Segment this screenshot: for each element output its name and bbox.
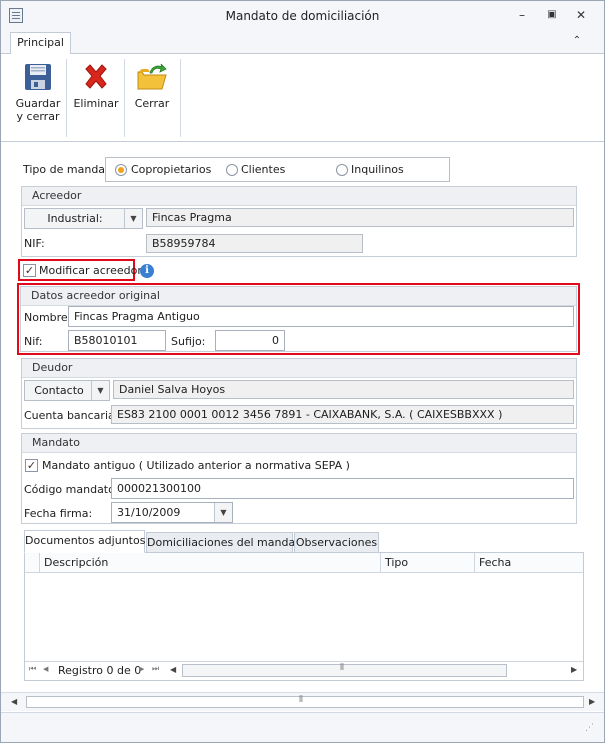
- fecha-firma-input[interactable]: 31/10/2009 ▼: [111, 502, 233, 523]
- info-icon[interactable]: i: [140, 264, 154, 278]
- acreedor-name-field: Fincas Pragma: [146, 208, 574, 227]
- original-nif-label: Nif:: [24, 335, 43, 348]
- original-sufijo-label: Sufijo:: [171, 335, 206, 348]
- status-bar: ⋰: [1, 712, 604, 742]
- column-tipo[interactable]: Tipo: [381, 553, 475, 573]
- original-nombre-input[interactable]: Fincas Pragma Antiguo: [68, 306, 574, 327]
- tab-domiciliaciones[interactable]: Domiciliaciones del mandato: [146, 532, 306, 553]
- mandato-antiguo-checkbox[interactable]: ✓: [25, 459, 38, 472]
- scroll-right-icon[interactable]: ▶: [589, 697, 595, 706]
- fecha-firma-value: 31/10/2009: [117, 506, 181, 519]
- ribbon-separator: [180, 59, 181, 137]
- column-fecha[interactable]: Fecha: [475, 553, 583, 573]
- tab-documentos-adjuntos[interactable]: Documentos adjuntos: [24, 530, 145, 553]
- save-close-label-2: y cerrar: [16, 110, 60, 123]
- scroll-right-icon[interactable]: ▶: [571, 665, 577, 674]
- minimize-button[interactable]: –: [513, 7, 531, 23]
- chevron-down-icon[interactable]: ▼: [91, 381, 109, 400]
- acreedor-nif-label: NIF:: [24, 237, 45, 250]
- record-counter: Registro 0 de 0: [58, 664, 142, 677]
- documents-grid: Descripción Tipo Fecha ⏮ ◀ Registro 0 de…: [24, 552, 584, 681]
- floppy-disk-icon: [25, 64, 51, 90]
- delete-x-icon: [85, 64, 107, 89]
- deudor-name-field: Daniel Salva Hoyos: [113, 380, 574, 399]
- ribbon-tab-strip: [1, 31, 604, 54]
- ribbon-separator: [66, 59, 67, 137]
- scroll-left-icon[interactable]: ◀: [11, 697, 17, 706]
- acreedor-type-value: Industrial:: [47, 212, 103, 225]
- close-button[interactable]: Cerrar: [128, 59, 176, 110]
- radio-clientes-label[interactable]: Clientes: [241, 163, 285, 176]
- close-label: Cerrar: [134, 97, 170, 110]
- next-record-icon[interactable]: ▶: [139, 665, 144, 673]
- radio-copropietarios-label[interactable]: Copropietarios: [131, 163, 211, 176]
- ribbon-tab-principal[interactable]: Principal: [10, 32, 71, 55]
- chevron-down-icon[interactable]: ▼: [124, 209, 142, 228]
- codigo-mandato-input[interactable]: 000021300100: [111, 478, 574, 499]
- last-record-icon[interactable]: ⏭: [152, 664, 159, 674]
- close-window-button[interactable]: ✕: [572, 7, 590, 23]
- deudor-type-value: Contacto: [34, 384, 84, 397]
- modificar-acreedor-checkbox[interactable]: ✓: [23, 264, 36, 277]
- maximize-button[interactable]: ▣: [543, 7, 561, 23]
- delete-button[interactable]: Eliminar: [71, 59, 121, 110]
- fecha-firma-label: Fecha firma:: [24, 507, 93, 520]
- ribbon-collapse-icon[interactable]: ⌃: [569, 35, 585, 49]
- title-bar: Mandato de domiciliación – ▣ ✕: [1, 1, 604, 31]
- mandato-group-title: Mandato: [22, 434, 576, 453]
- scroll-left-icon[interactable]: ◀: [170, 665, 176, 674]
- acreedor-type-dropdown[interactable]: Industrial: ▼: [24, 208, 143, 229]
- form-hscroll-thumb[interactable]: ⦀: [26, 695, 584, 708]
- mandato-antiguo-label[interactable]: Mandato antiguo ( Utilizado anterior a n…: [42, 459, 350, 472]
- grid-header: Descripción Tipo Fecha: [25, 553, 583, 573]
- datos-original-title: Datos acreedor original: [21, 287, 576, 306]
- codigo-mandato-label: Código mandato:: [24, 483, 119, 496]
- column-descripcion[interactable]: Descripción: [40, 553, 381, 573]
- save-close-button[interactable]: Guardar y cerrar: [13, 59, 63, 123]
- save-close-label-1: Guardar: [15, 97, 61, 110]
- radio-inquilinos-label[interactable]: Inquilinos: [351, 163, 404, 176]
- window: Mandato de domiciliación – ▣ ✕ Principal…: [0, 0, 605, 743]
- folder-arrow-icon: [137, 63, 167, 90]
- original-sufijo-input[interactable]: 0: [215, 330, 285, 351]
- acreedor-group-title: Acreedor: [22, 187, 576, 206]
- deudor-type-dropdown[interactable]: Contacto ▼: [24, 380, 110, 401]
- original-nombre-label: Nombre:: [24, 311, 72, 324]
- form-hscroll: ◀ ⦀ ▶: [1, 692, 604, 711]
- resize-grip-icon[interactable]: ⋰: [585, 723, 594, 733]
- cuenta-bancaria-field: ES83 2100 0001 0012 3456 7891 - CAIXABAN…: [111, 405, 574, 424]
- acreedor-nif-field: B58959784: [146, 234, 363, 253]
- prev-record-icon[interactable]: ◀: [43, 665, 48, 673]
- deudor-group-title: Deudor: [22, 359, 576, 378]
- ribbon-separator: [124, 59, 125, 137]
- grid-navigator: ⏮ ◀ Registro 0 de 0 ▶ ⏭ ◀ ⦀ ▶: [25, 661, 583, 680]
- delete-label: Eliminar: [73, 97, 119, 110]
- chevron-down-icon[interactable]: ▼: [214, 503, 232, 522]
- cuenta-bancaria-label: Cuenta bancaria:: [24, 409, 119, 422]
- radio-inquilinos[interactable]: [336, 164, 348, 176]
- tab-observaciones[interactable]: Observaciones: [294, 532, 379, 553]
- first-record-icon[interactable]: ⏮: [29, 664, 36, 674]
- radio-copropietarios[interactable]: [115, 164, 127, 176]
- grid-hscroll-thumb[interactable]: ⦀: [182, 663, 507, 677]
- radio-clientes[interactable]: [226, 164, 238, 176]
- grid-indicator-column: [25, 553, 40, 573]
- original-nif-input[interactable]: B58010101: [68, 330, 166, 351]
- modificar-acreedor-label[interactable]: Modificar acreedor: [39, 264, 142, 277]
